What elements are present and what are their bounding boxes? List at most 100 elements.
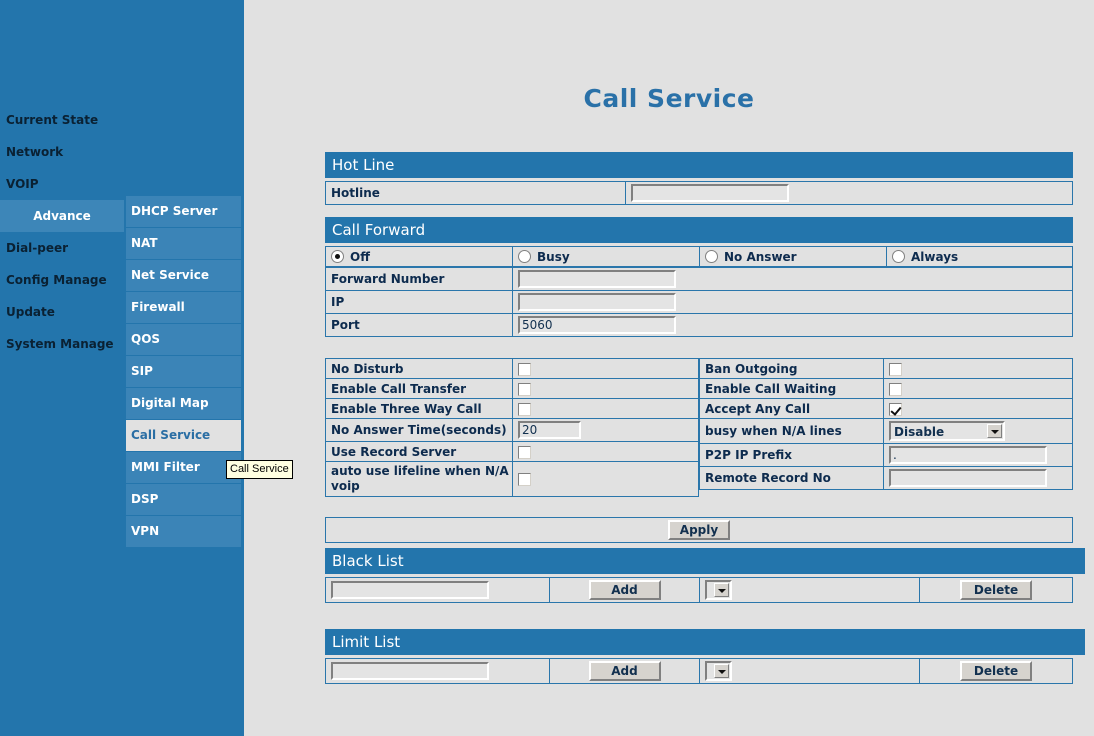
hotline-label: Hotline [325, 181, 626, 205]
radio-off[interactable] [331, 250, 344, 264]
call-forward-fields-table: Forward Number IP Port [325, 267, 1073, 337]
sidebar-item-current-state[interactable]: Current State [0, 104, 130, 136]
radio-no-answer[interactable] [705, 250, 718, 264]
enable-call-transfer-cell[interactable] [512, 378, 699, 399]
black-list-panel: Black List Add Delete [325, 548, 1085, 603]
black-list-select-cell [699, 577, 920, 603]
sidebar-subitem-label: NAT [131, 236, 158, 250]
sidebar-subitem-net-service[interactable]: Net Service [126, 260, 241, 292]
forward-number-input[interactable] [518, 270, 676, 288]
sidebar: Current State Network VOIP Advance Dial-… [0, 0, 244, 736]
black-list-delete-button[interactable]: Delete [960, 580, 1032, 600]
limit-list-input[interactable] [331, 662, 489, 680]
radio-always[interactable] [892, 250, 905, 264]
sidebar-item-label: Advance [33, 209, 91, 223]
apply-panel: Apply [325, 517, 1073, 543]
options-right-table: Ban Outgoing Enable Call Waiting Accept … [699, 358, 1073, 490]
ban-outgoing-checkbox[interactable] [889, 362, 902, 376]
black-list-input[interactable] [331, 581, 489, 599]
sidebar-subitem-qos[interactable]: QOS [126, 324, 241, 356]
auto-use-lifeline-checkbox[interactable] [518, 473, 531, 486]
black-list-add-button[interactable]: Add [588, 580, 661, 600]
radio-busy[interactable] [518, 250, 531, 264]
options-left-table: No Disturb Enable Call Transfer Enable T… [325, 358, 699, 497]
accept-any-call-checkbox[interactable] [889, 402, 902, 416]
limit-list-delete-button[interactable]: Delete [960, 661, 1032, 681]
enable-three-way-call-checkbox[interactable] [518, 402, 531, 416]
enable-three-way-call-label: Enable Three Way Call [325, 398, 513, 419]
sidebar-subitem-firewall[interactable]: Firewall [126, 292, 241, 324]
no-disturb-checkbox[interactable] [518, 362, 531, 376]
remote-record-no-input[interactable] [889, 469, 1047, 487]
sidebar-item-network[interactable]: Network [0, 136, 130, 168]
hotline-input[interactable] [631, 184, 789, 202]
sidebar-main-nav: Current State Network VOIP Advance Dial-… [0, 104, 130, 360]
no-answer-time-label: No Answer Time(seconds) [325, 418, 513, 442]
forward-port-input[interactable] [518, 316, 676, 334]
sidebar-item-system-manage[interactable]: System Manage [0, 328, 130, 360]
ban-outgoing-label: Ban Outgoing [699, 358, 884, 379]
chevron-down-icon[interactable] [987, 424, 1002, 438]
remote-record-no-label: Remote Record No [699, 466, 884, 490]
sidebar-subitem-label: SIP [131, 364, 153, 378]
radio-cell-no-answer[interactable]: No Answer [699, 246, 887, 267]
sidebar-subitem-dsp[interactable]: DSP [126, 484, 241, 516]
black-list-select[interactable] [705, 580, 732, 600]
sidebar-subitem-dhcp-server[interactable]: DHCP Server [126, 196, 241, 228]
ban-outgoing-cell[interactable] [883, 358, 1073, 379]
radio-cell-busy[interactable]: Busy [512, 246, 700, 267]
enable-call-waiting-checkbox[interactable] [889, 382, 902, 396]
use-record-server-checkbox[interactable] [518, 445, 531, 459]
sidebar-subitem-digital-map[interactable]: Digital Map [126, 388, 241, 420]
limit-list-add-button[interactable]: Add [588, 661, 661, 681]
no-disturb-cell[interactable] [512, 358, 699, 379]
no-answer-time-cell [512, 418, 699, 442]
table-row: Enable Call Waiting [699, 378, 1073, 399]
radio-label-always: Always [911, 249, 959, 264]
table-row: Port [325, 313, 1073, 337]
sidebar-item-config-manage[interactable]: Config Manage [0, 264, 130, 296]
enable-call-waiting-cell[interactable] [883, 378, 1073, 399]
sidebar-subitem-call-service[interactable]: Call Service [126, 420, 241, 452]
table-row: Accept Any Call [699, 398, 1073, 419]
sidebar-item-update[interactable]: Update [0, 296, 130, 328]
accept-any-call-cell[interactable] [883, 398, 1073, 419]
busy-when-na-lines-select[interactable]: Disable [889, 421, 1005, 441]
chevron-down-icon[interactable] [714, 583, 729, 597]
tooltip: Call Service [226, 460, 293, 479]
black-list-table: Add Delete [325, 577, 1073, 603]
sidebar-subitem-vpn[interactable]: VPN [126, 516, 241, 548]
limit-list-header: Limit List [325, 629, 1085, 655]
hot-line-header: Hot Line [325, 152, 1073, 178]
sidebar-item-label: System Manage [6, 337, 114, 351]
enable-three-way-call-cell[interactable] [512, 398, 699, 419]
sidebar-subitem-label: Call Service [131, 428, 211, 442]
auto-use-lifeline-cell[interactable] [512, 461, 699, 497]
table-row: Use Record Server [325, 441, 699, 462]
sidebar-item-dial-peer[interactable]: Dial-peer [0, 232, 130, 264]
sidebar-item-advance[interactable]: Advance [0, 200, 124, 232]
chevron-down-icon[interactable] [714, 664, 729, 678]
no-answer-time-input[interactable] [518, 421, 581, 439]
apply-button[interactable]: Apply [667, 520, 731, 540]
radio-cell-always[interactable]: Always [886, 246, 1073, 267]
sidebar-subitem-nat[interactable]: NAT [126, 228, 241, 260]
table-row: No Answer Time(seconds) [325, 418, 699, 442]
limit-list-select-cell [699, 658, 920, 684]
forward-ip-input[interactable] [518, 293, 676, 311]
sidebar-subitem-label: MMI Filter [131, 460, 200, 474]
table-row: auto use lifeline when N/A voip [325, 461, 699, 497]
enable-call-transfer-checkbox[interactable] [518, 382, 531, 396]
table-row: Remote Record No [699, 466, 1073, 490]
sidebar-item-voip[interactable]: VOIP [0, 168, 130, 200]
sidebar-subitem-mmi-filter[interactable]: MMI Filter [126, 452, 241, 484]
limit-list-select[interactable] [705, 661, 732, 681]
radio-cell-off[interactable]: Off [325, 246, 513, 267]
table-row: No Disturb [325, 358, 699, 379]
sidebar-subitem-sip[interactable]: SIP [126, 356, 241, 388]
table-row: busy when N/A lines Disable [699, 418, 1073, 444]
forward-number-cell [512, 267, 1073, 291]
use-record-server-cell[interactable] [512, 441, 699, 462]
busy-when-na-lines-cell: Disable [883, 418, 1073, 444]
p2p-ip-prefix-input[interactable] [889, 446, 1047, 464]
